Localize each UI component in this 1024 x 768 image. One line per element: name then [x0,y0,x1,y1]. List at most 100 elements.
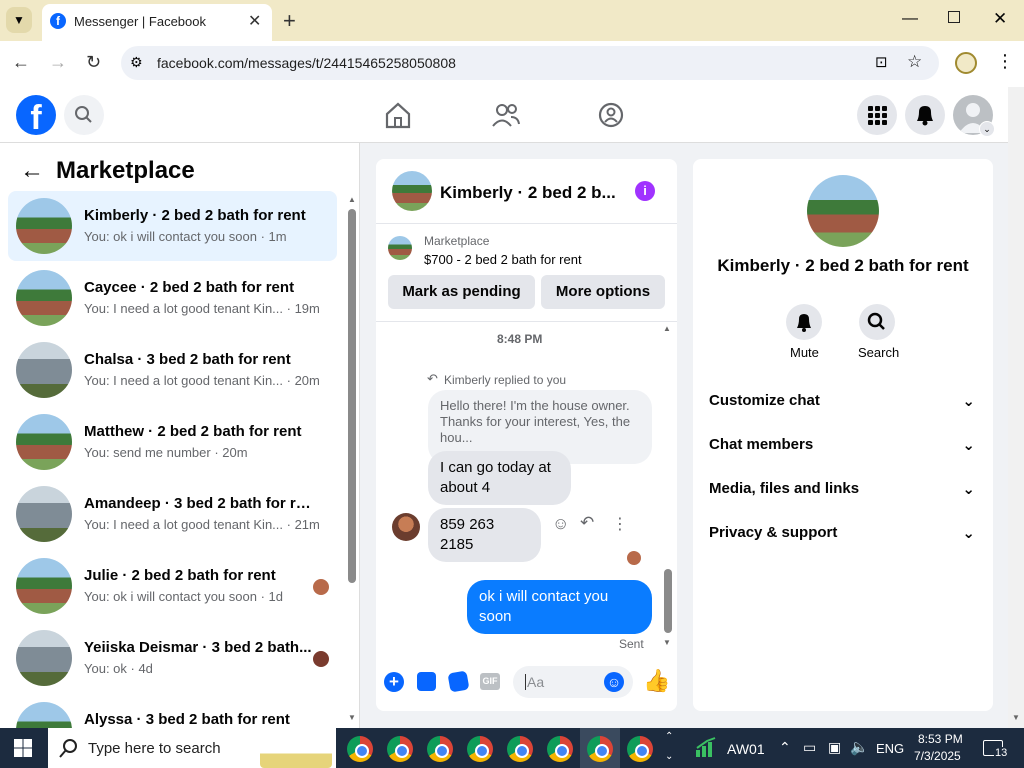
listing-thumbnail [16,558,72,614]
conversation-item[interactable]: Caycee · 2 bed 2 bath for rent You: I ne… [8,263,337,333]
chrome-taskbar-icon[interactable] [427,736,453,762]
chat-members-section[interactable]: Chat members ⌄ [709,436,979,454]
back-arrow-icon[interactable]: ← [20,157,44,185]
reload-icon[interactable]: ↻ [86,52,101,73]
my-message-bubble[interactable]: ok i will contact you soon [467,580,652,634]
chat-info-icon[interactable]: i [635,181,655,201]
browser-tab[interactable]: f Messenger | Facebook ✕ [42,4,272,41]
listing-thumbnail [16,486,72,542]
conversation-preview: You: ok i will contact you soon · 1m [84,229,287,244]
conversation-item[interactable]: Amandeep · 3 bed 2 bath for rent You: I … [8,479,337,549]
groups-icon[interactable] [597,101,625,129]
scroll-down-arrow-icon[interactable]: ▼ [348,713,356,722]
page-scrollbar[interactable]: ▼ [1008,87,1024,728]
conversation-item[interactable]: Chalsa · 3 bed 2 bath for rent You: I ne… [8,335,337,405]
chrome-taskbar-icon[interactable] [547,736,573,762]
account-chevron-icon[interactable]: ⌄ [979,121,995,137]
volume-icon[interactable]: 🔈 [850,738,869,756]
add-more-icon[interactable]: + [384,672,404,692]
menu-button[interactable] [857,95,897,135]
friends-icon[interactable] [491,101,521,129]
search-in-chat-button[interactable] [859,304,895,340]
conversation-item[interactable]: Julie · 2 bed 2 bath for rent You: ok i … [8,551,337,621]
browser-menu-icon[interactable]: ⋮ [996,51,1014,72]
mute-label: Mute [790,345,819,360]
customize-chat-section[interactable]: Customize chat ⌄ [709,392,979,410]
back-icon[interactable]: ← [12,52,30,73]
network-icon[interactable]: ▭ [803,739,816,756]
replied-to-label: Kimberly replied to you [444,373,567,387]
message-status: Sent [619,637,644,651]
conversation-item[interactable]: Alyssa · 3 bed 2 bath for rent [8,695,337,728]
minimize-button[interactable]: — [902,10,918,28]
notifications-button[interactable] [905,95,945,135]
emoji-icon[interactable]: ☺ [604,672,624,692]
bookmark-star-icon[interactable]: ☆ [907,52,922,72]
stock-chart-icon [696,737,716,757]
conversation-item[interactable]: Yeiiska Deismar · 3 bed 2 bath... You: o… [8,623,337,693]
scroll-up-arrow-icon[interactable]: ▲ [348,195,356,204]
privacy-support-section[interactable]: Privacy & support ⌄ [709,524,979,542]
taskbar-search-box[interactable]: Type here to search [48,728,336,768]
facebook-logo-icon[interactable]: f [16,95,56,135]
chrome-taskbar-icon[interactable] [467,736,493,762]
sticker-icon[interactable] [447,670,470,693]
maximize-button[interactable] [948,11,960,23]
message-bubble[interactable]: 859 263 2185 [428,508,541,562]
chrome-taskbar-icon[interactable] [507,736,533,762]
more-options-button[interactable]: More options [541,275,665,309]
like-thumb-icon[interactable]: 👍 [643,668,670,694]
chat-avatar[interactable] [392,171,432,211]
conversation-item[interactable]: Kimberly · 2 bed 2 bath for rent You: ok… [8,191,337,261]
search-button[interactable] [64,95,104,135]
clock-time[interactable]: 8:53 PM [918,732,963,746]
photo-icon[interactable] [417,672,436,691]
gif-icon[interactable]: GIF [480,673,500,690]
media-files-section[interactable]: Media, files and links ⌄ [709,480,979,498]
tab-close-icon[interactable]: ✕ [248,11,261,31]
scroll-thumb[interactable] [348,209,356,583]
search-icon [59,739,77,758]
react-emoji-icon[interactable]: ☺ [552,514,569,534]
mark-pending-button[interactable]: Mark as pending [388,275,535,309]
chrome-taskbar-icon[interactable] [347,736,373,762]
taskbar-scroll-up-icon[interactable]: ⌃ [665,731,673,742]
list-scrollbar[interactable]: ▲ ▼ [345,195,359,725]
show-hidden-icons[interactable]: ⌃ [779,739,791,756]
page-scroll-down-icon[interactable]: ▼ [1012,713,1020,722]
taskbar-scroll-down-icon[interactable]: ⌄ [665,751,673,762]
chat-scroll-up-icon[interactable]: ▲ [663,324,671,333]
chrome-taskbar-icon[interactable] [387,736,413,762]
sender-avatar[interactable] [392,513,420,541]
mute-button[interactable] [786,304,822,340]
tab-search-button[interactable]: ▼ [6,7,32,33]
listing-title[interactable]: $700 - 2 bed 2 bath for rent [424,252,582,267]
site-info-icon[interactable]: ⚙ [130,54,143,71]
chevron-down-icon: ⌄ [962,437,975,454]
meet-now-icon[interactable]: ▣ [828,739,841,756]
close-window-button[interactable]: ✕ [993,9,1007,29]
meerkat-illustration-icon [260,732,332,768]
chrome-taskbar-icon[interactable] [627,736,653,762]
message-input[interactable]: Aa ☺ [513,666,633,698]
clock-date[interactable]: 7/3/2025 [914,749,961,763]
conversation-item[interactable]: Matthew · 2 bed 2 bath for rent You: sen… [8,407,337,477]
url-field[interactable]: ⚙ facebook.com/messages/t/24415465258050… [121,46,939,80]
home-icon[interactable] [383,101,413,129]
message-bubble[interactable]: I can go today at about 4 [428,451,571,505]
chat-scroll-down-icon[interactable]: ▼ [663,638,671,647]
forward-icon[interactable]: → [49,52,67,73]
chat-scroll-thumb[interactable] [664,569,672,633]
input-language[interactable]: ENG [876,741,904,756]
install-app-icon[interactable]: ⊡ [875,53,888,71]
windows-start-icon[interactable] [14,739,32,757]
chrome-taskbar-icon[interactable] [587,736,613,762]
stock-ticker[interactable]: AW01 [727,741,765,757]
new-tab-button[interactable]: + [283,8,296,34]
reply-action-icon[interactable]: ↶ [580,513,594,533]
profile-icon[interactable] [955,52,977,74]
profile-photo[interactable] [807,175,879,247]
chat-title[interactable]: Kimberly · 2 bed 2 b... [440,183,616,203]
more-actions-icon[interactable]: ⋮ [612,514,628,534]
listing-thumbnail [16,702,72,728]
